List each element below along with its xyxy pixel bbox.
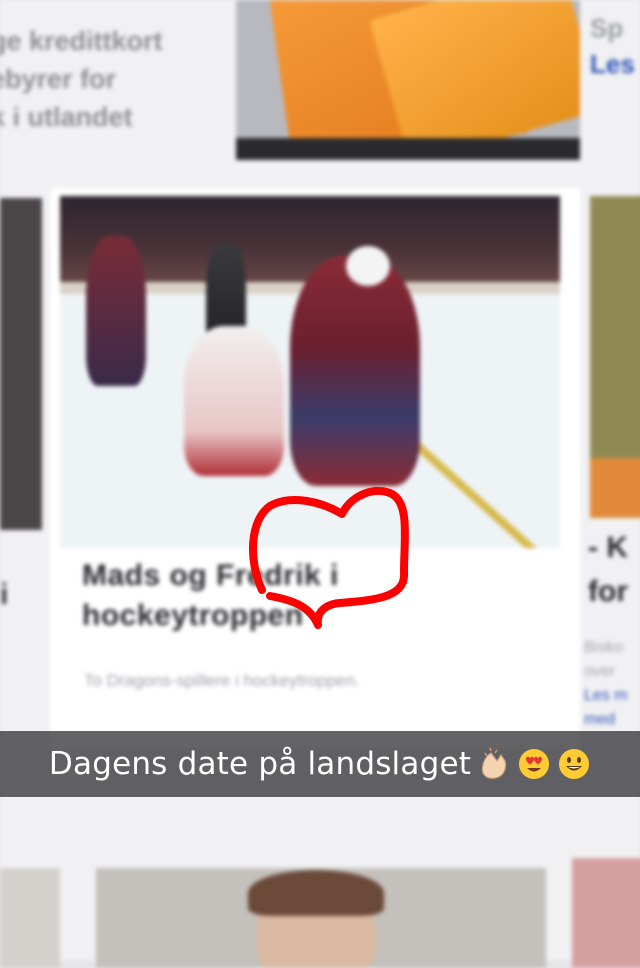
article-text-line: k i utlandet <box>0 102 133 132</box>
top-left-article-text: ge kredittkort ebyrer for k i utlandet <box>0 22 190 136</box>
blurred-monitor-photo: ge kredittkort ebyrer for k i utlandet S… <box>0 0 640 968</box>
left-article-headline: i <box>0 578 9 611</box>
right-article-lede: Bisko over Les m med <box>584 636 628 732</box>
player-red-left <box>86 236 146 386</box>
bottom-right-photo <box>572 858 640 968</box>
article-text-line: ebyrer for <box>0 64 117 94</box>
snap-caption-bar: Dagens date på landslaget <box>0 731 640 797</box>
clapping-hands-icon <box>482 747 507 779</box>
hockey-photo <box>60 196 560 548</box>
article-text-line: Bisko <box>584 639 624 656</box>
grinning-face-icon <box>559 749 590 779</box>
read-more-link: Les <box>590 49 635 79</box>
left-article-photo <box>0 198 42 530</box>
top-article-photo <box>236 0 580 160</box>
player-white <box>184 326 284 476</box>
top-right-article-text: Sp Les <box>590 10 635 82</box>
article-text-line: Sp <box>590 13 624 43</box>
player-helmet <box>346 246 390 286</box>
photo-caption <box>236 138 580 160</box>
article-text-line: - K <box>588 531 628 564</box>
article-text-line: for <box>588 575 628 608</box>
snap-caption-text: Dagens date på landslaget <box>48 746 472 782</box>
bottom-left-photo <box>0 868 60 968</box>
read-more-link: Les m <box>584 687 628 704</box>
player-red-main <box>290 256 420 486</box>
article-text-line: ge kredittkort <box>0 26 163 56</box>
heart-eyes-face-icon <box>519 749 550 779</box>
main-article-headline: Mads og Fredrik i hockeytroppen <box>82 559 339 632</box>
read-more-link: med <box>584 711 616 728</box>
right-article-photo <box>590 196 640 518</box>
right-article-headline: - K for <box>588 526 628 614</box>
orange-block <box>590 458 640 518</box>
bottom-article-photo <box>96 868 546 968</box>
main-article-lede: To Dragons-spillere i hockeytroppen. <box>84 671 360 690</box>
person-hair <box>248 870 384 916</box>
article-text-line: over <box>584 663 616 680</box>
